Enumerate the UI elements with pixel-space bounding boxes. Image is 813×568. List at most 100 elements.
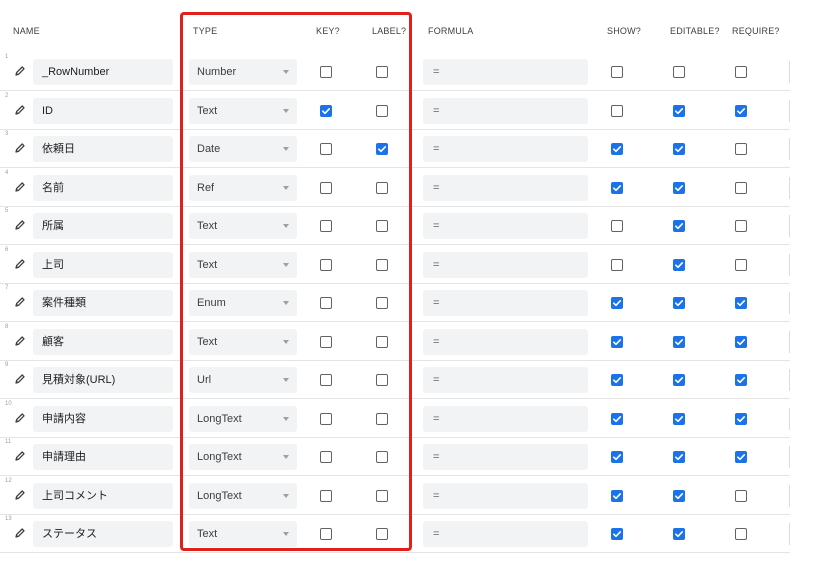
- type-select[interactable]: Number: [189, 59, 297, 85]
- show-checkbox[interactable]: [611, 412, 623, 425]
- show-checkbox[interactable]: [611, 528, 623, 540]
- key-checkbox[interactable]: [320, 181, 332, 194]
- editable-checkbox[interactable]: [673, 412, 685, 425]
- pencil-edit-icon[interactable]: [14, 334, 26, 346]
- label-checkbox[interactable]: [376, 66, 388, 78]
- require-checkbox[interactable]: [735, 489, 747, 502]
- pencil-edit-icon[interactable]: [14, 488, 26, 500]
- formula-field[interactable]: =: [423, 251, 588, 278]
- label-checkbox[interactable]: [376, 412, 388, 425]
- key-checkbox[interactable]: [320, 335, 332, 348]
- label-checkbox[interactable]: [376, 374, 388, 386]
- type-select[interactable]: Date: [189, 136, 297, 162]
- require-checkbox[interactable]: [735, 528, 747, 540]
- editable-checkbox[interactable]: [673, 297, 685, 309]
- label-checkbox[interactable]: [376, 451, 388, 463]
- formula-field[interactable]: =: [423, 290, 588, 316]
- label-checkbox[interactable]: [376, 528, 388, 540]
- key-checkbox[interactable]: [320, 412, 332, 425]
- pencil-edit-icon[interactable]: [14, 449, 26, 461]
- label-checkbox[interactable]: [376, 104, 388, 117]
- require-checkbox[interactable]: [735, 143, 747, 155]
- type-select[interactable]: Enum: [189, 290, 297, 316]
- show-checkbox[interactable]: [611, 181, 623, 194]
- key-checkbox[interactable]: [320, 143, 332, 155]
- formula-field[interactable]: =: [423, 213, 588, 239]
- editable-checkbox[interactable]: [673, 258, 685, 271]
- editable-checkbox[interactable]: [673, 104, 685, 117]
- require-checkbox[interactable]: [735, 66, 747, 78]
- label-checkbox[interactable]: [376, 143, 388, 155]
- column-name-field[interactable]: 案件種類: [33, 290, 173, 316]
- require-checkbox[interactable]: [735, 412, 747, 425]
- type-select[interactable]: Text: [189, 251, 297, 278]
- type-select[interactable]: LongText: [189, 444, 297, 470]
- show-checkbox[interactable]: [611, 258, 623, 271]
- show-checkbox[interactable]: [611, 104, 623, 117]
- key-checkbox[interactable]: [320, 220, 332, 232]
- column-name-field[interactable]: 申請理由: [33, 444, 173, 470]
- type-select[interactable]: LongText: [189, 405, 297, 432]
- type-select[interactable]: Url: [189, 367, 297, 393]
- key-checkbox[interactable]: [320, 66, 332, 78]
- type-select[interactable]: Text: [189, 328, 297, 355]
- pencil-edit-icon[interactable]: [14, 141, 26, 153]
- column-name-field[interactable]: 依頼日: [33, 136, 173, 162]
- show-checkbox[interactable]: [611, 451, 623, 463]
- editable-checkbox[interactable]: [673, 451, 685, 463]
- column-name-field[interactable]: 所属: [33, 213, 173, 239]
- require-checkbox[interactable]: [735, 335, 747, 348]
- require-checkbox[interactable]: [735, 374, 747, 386]
- column-name-field[interactable]: 名前: [33, 174, 173, 201]
- key-checkbox[interactable]: [320, 104, 332, 117]
- column-name-field[interactable]: ステータス: [33, 521, 173, 547]
- show-checkbox[interactable]: [611, 66, 623, 78]
- editable-checkbox[interactable]: [673, 143, 685, 155]
- editable-checkbox[interactable]: [673, 335, 685, 348]
- show-checkbox[interactable]: [611, 335, 623, 348]
- formula-field[interactable]: =: [423, 405, 588, 432]
- label-checkbox[interactable]: [376, 220, 388, 232]
- pencil-edit-icon[interactable]: [14, 180, 26, 192]
- key-checkbox[interactable]: [320, 528, 332, 540]
- key-checkbox[interactable]: [320, 451, 332, 463]
- pencil-edit-icon[interactable]: [14, 257, 26, 269]
- pencil-edit-icon[interactable]: [14, 103, 26, 115]
- show-checkbox[interactable]: [611, 220, 623, 232]
- show-checkbox[interactable]: [611, 143, 623, 155]
- require-checkbox[interactable]: [735, 258, 747, 271]
- column-name-field[interactable]: 上司コメント: [33, 482, 173, 509]
- formula-field[interactable]: =: [423, 328, 588, 355]
- require-checkbox[interactable]: [735, 451, 747, 463]
- formula-field[interactable]: =: [423, 97, 588, 124]
- label-checkbox[interactable]: [376, 489, 388, 502]
- column-name-field[interactable]: 申請内容: [33, 405, 173, 432]
- label-checkbox[interactable]: [376, 258, 388, 271]
- label-checkbox[interactable]: [376, 181, 388, 194]
- type-select[interactable]: LongText: [189, 482, 297, 509]
- editable-checkbox[interactable]: [673, 528, 685, 540]
- editable-checkbox[interactable]: [673, 220, 685, 232]
- label-checkbox[interactable]: [376, 335, 388, 348]
- editable-checkbox[interactable]: [673, 66, 685, 78]
- pencil-edit-icon[interactable]: [14, 218, 26, 230]
- key-checkbox[interactable]: [320, 297, 332, 309]
- require-checkbox[interactable]: [735, 104, 747, 117]
- pencil-edit-icon[interactable]: [14, 526, 26, 538]
- type-select[interactable]: Ref: [189, 174, 297, 201]
- show-checkbox[interactable]: [611, 297, 623, 309]
- formula-field[interactable]: =: [423, 521, 588, 547]
- pencil-edit-icon[interactable]: [14, 411, 26, 423]
- show-checkbox[interactable]: [611, 374, 623, 386]
- type-select[interactable]: Text: [189, 521, 297, 547]
- require-checkbox[interactable]: [735, 181, 747, 194]
- column-name-field[interactable]: 見積対象(URL): [33, 367, 173, 393]
- editable-checkbox[interactable]: [673, 489, 685, 502]
- pencil-edit-icon[interactable]: [14, 64, 26, 76]
- type-select[interactable]: Text: [189, 97, 297, 124]
- key-checkbox[interactable]: [320, 489, 332, 502]
- formula-field[interactable]: =: [423, 444, 588, 470]
- key-checkbox[interactable]: [320, 258, 332, 271]
- formula-field[interactable]: =: [423, 136, 588, 162]
- pencil-edit-icon[interactable]: [14, 372, 26, 384]
